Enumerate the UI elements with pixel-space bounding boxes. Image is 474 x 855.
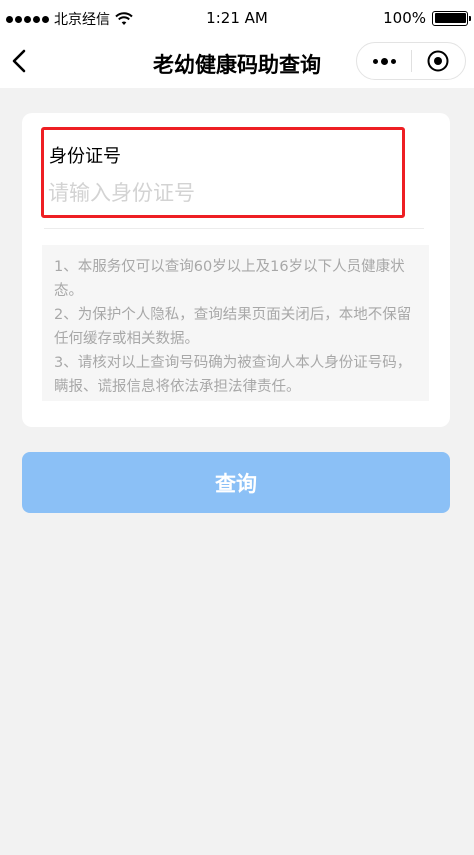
target-circle-icon xyxy=(427,50,449,72)
status-bar: 北京经信 1:21 AM 100% xyxy=(0,0,474,36)
battery-percent: 100% xyxy=(383,9,426,27)
more-button[interactable] xyxy=(357,43,411,79)
id-number-input[interactable] xyxy=(48,175,388,211)
status-right: 100% xyxy=(383,9,471,27)
navigation-bar: 老幼健康码助查询 xyxy=(0,36,474,88)
notice-line-1: 1、本服务仅可以查询60岁以上及16岁以下人员健康状态。 xyxy=(54,259,405,299)
notice-line-2: 2、为保护个人隐私，查询结果页面关闭后，本地不保留任何缓存或相关数据。 xyxy=(54,307,412,347)
query-card: 身份证号 1、本服务仅可以查询60岁以上及16岁以下人员健康状态。 2、为保护个… xyxy=(22,113,450,427)
notice-box: 1、本服务仅可以查询60岁以上及16岁以下人员健康状态。 2、为保护个人隐私，查… xyxy=(42,245,429,401)
field-divider xyxy=(44,228,424,229)
id-number-label: 身份证号 xyxy=(49,146,121,167)
close-button[interactable] xyxy=(412,43,465,79)
query-button[interactable]: 查询 xyxy=(22,452,450,513)
notice-line-3: 3、请核对以上查询号码确为被查询人本人身份证号码，瞒报、谎报信息将依法承担法律责… xyxy=(54,355,412,395)
more-dots-icon xyxy=(372,58,378,64)
battery-icon xyxy=(432,10,471,26)
mini-program-capsule xyxy=(356,42,466,80)
